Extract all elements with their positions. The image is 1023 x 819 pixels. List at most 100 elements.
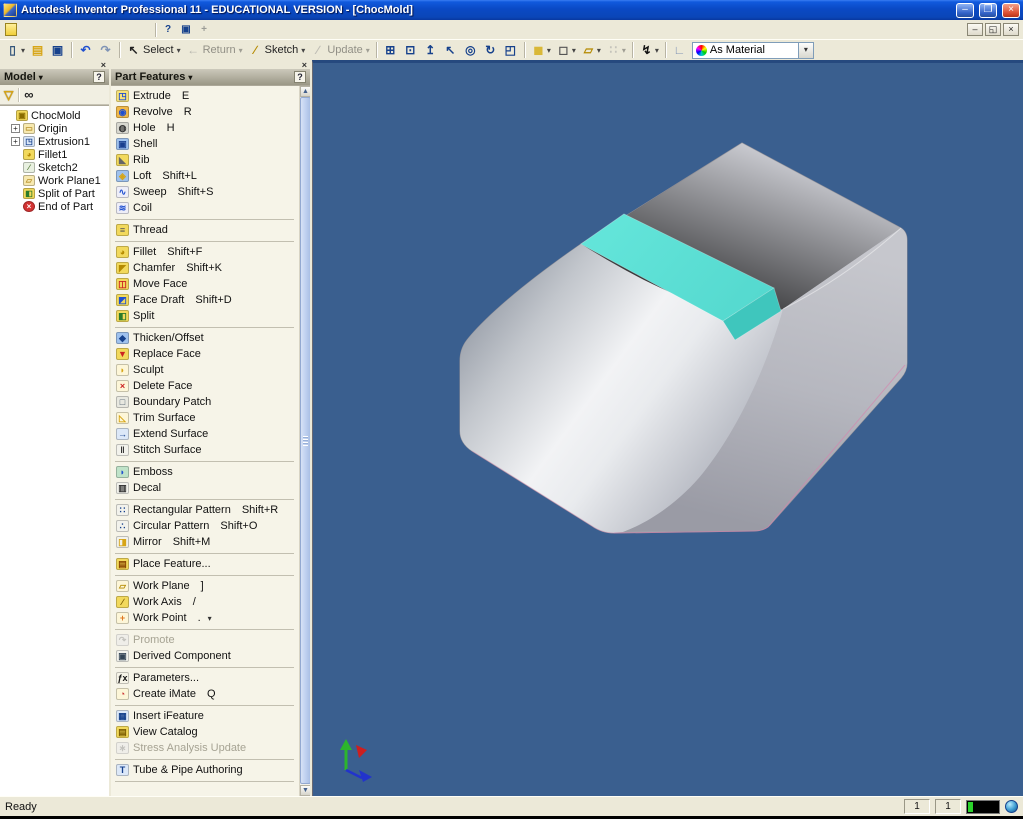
feature-face-draft[interactable]: ◩ Face Draft Shift+D xyxy=(114,292,297,308)
scroll-up-button[interactable]: ▲ xyxy=(300,86,310,97)
maximize-button[interactable]: ❐ xyxy=(979,3,997,18)
feature-work-plane[interactable]: ▱ Work Plane ] xyxy=(114,578,297,594)
expander-icon[interactable] xyxy=(11,189,20,198)
expander-icon[interactable] xyxy=(11,163,20,172)
material-select[interactable]: As Material ▾ xyxy=(692,42,814,59)
feature-place-feature[interactable]: ▤ Place Feature... xyxy=(114,556,297,572)
zoom-selected-button[interactable]: ↖ xyxy=(441,41,460,60)
filter-icon[interactable]: ▽ xyxy=(4,88,13,102)
feature-tube-pipe-authoring[interactable]: T Tube & Pipe Authoring xyxy=(114,762,297,778)
hidden-edge-display-button[interactable]: ◻ ▾ xyxy=(554,41,578,60)
find-icon[interactable]: ∞ xyxy=(24,87,33,102)
zoom-button[interactable]: ◎ xyxy=(461,41,480,60)
menu-applications[interactable] xyxy=(104,28,116,32)
minimize-button[interactable]: – xyxy=(956,3,974,18)
feature-parameters[interactable]: ƒx Parameters... xyxy=(114,670,297,686)
slice-graphics-button[interactable]: ▱ ▾ xyxy=(579,41,603,60)
feature-sweep[interactable]: ∿ Sweep Shift+S xyxy=(114,184,297,200)
feature-promote[interactable]: ↷ Promote xyxy=(114,632,297,648)
part-features-header[interactable]: Part Features ▾ ? xyxy=(111,69,310,85)
feature-hole[interactable]: ◍ Hole H xyxy=(114,120,297,136)
expander-icon[interactable] xyxy=(11,202,20,211)
scrollbar-thumb[interactable] xyxy=(300,97,310,784)
feature-thicken-offset[interactable]: ◆ Thicken/Offset xyxy=(114,330,297,346)
model-panel-header[interactable]: Model ▾ ? xyxy=(0,69,109,85)
menu-view[interactable] xyxy=(44,28,56,32)
feature-loft[interactable]: ◈ Loft Shift+L xyxy=(114,168,297,184)
rotate-button[interactable]: ↻ xyxy=(481,41,500,60)
tree-item-fillet1[interactable]: ◕ Fillet1 xyxy=(2,148,109,161)
feature-shell[interactable]: ▣ Shell xyxy=(114,136,297,152)
tree-item-end-of-part[interactable]: × End of Part xyxy=(2,200,109,213)
close-button[interactable]: × xyxy=(1002,3,1020,18)
scroll-down-button[interactable]: ▼ xyxy=(300,785,310,796)
pan-button[interactable]: ↥ xyxy=(421,41,440,60)
shaded-display-button[interactable]: ◼ ▾ xyxy=(529,41,553,60)
expander-icon[interactable] xyxy=(11,176,20,185)
expander-icon[interactable] xyxy=(11,150,20,159)
expander-icon[interactable]: + xyxy=(11,124,20,133)
feature-chamfer[interactable]: ◤ Chamfer Shift+K xyxy=(114,260,297,276)
panel-grab-strip[interactable]: × xyxy=(111,60,310,69)
add-button[interactable]: + xyxy=(195,22,213,38)
undo-button[interactable]: ↶ xyxy=(76,41,95,60)
tree-item-origin[interactable]: + ▭ Origin xyxy=(2,122,109,135)
tree-item-chocmold[interactable]: ▣ ChocMold xyxy=(2,109,109,122)
feature-work-axis[interactable]: ∕ Work Axis / xyxy=(114,594,297,610)
open-button[interactable]: ▤ xyxy=(28,41,47,60)
help-button[interactable]: ? xyxy=(294,71,306,83)
feature-view-catalog[interactable]: ▤ View Catalog xyxy=(114,724,297,740)
features-scrollbar[interactable]: ▲ ▼ xyxy=(299,86,310,796)
child-close-button[interactable]: × xyxy=(1003,23,1019,36)
feature-decal[interactable]: ▥ Decal xyxy=(114,480,297,496)
menu-window[interactable] xyxy=(116,28,128,32)
feature-coil[interactable]: ≋ Coil xyxy=(114,200,297,216)
tree-item-sketch2[interactable]: ∕ Sketch2 xyxy=(2,161,109,174)
feature-rib[interactable]: ◣ Rib xyxy=(114,152,297,168)
feature-stitch-surface[interactable]: ‖ Stitch Surface xyxy=(114,442,297,458)
feature-move-face[interactable]: ◫ Move Face xyxy=(114,276,297,292)
feature-mirror[interactable]: ◨ Mirror Shift+M xyxy=(114,534,297,550)
zoom-all-button[interactable]: ⊞ xyxy=(381,41,400,60)
feature-fillet[interactable]: ◕ Fillet Shift+F xyxy=(114,244,297,260)
camera-mode-button[interactable]: ∷ ▾ xyxy=(604,41,628,60)
feature-extrude[interactable]: ◳ Extrude E xyxy=(114,88,297,104)
close-icon[interactable]: × xyxy=(302,61,307,69)
feature-trim-surface[interactable]: ◺ Trim Surface xyxy=(114,410,297,426)
tree-item-split-of-part[interactable]: ◧ Split of Part xyxy=(2,187,109,200)
graphics-viewport[interactable] xyxy=(312,60,1023,796)
document-icon[interactable] xyxy=(5,23,17,36)
feature-replace-face[interactable]: ▼ Replace Face xyxy=(114,346,297,362)
feature-emboss[interactable]: ◗ Emboss xyxy=(114,464,297,480)
panel-grab-strip[interactable]: × xyxy=(0,60,109,69)
menu-help[interactable] xyxy=(140,28,152,32)
tree-item-extrusion1[interactable]: + ◳ Extrusion1 xyxy=(2,135,109,148)
ground-shadow-button[interactable]: ∟ xyxy=(670,41,689,60)
menu-format[interactable] xyxy=(68,28,80,32)
feature-sculpt[interactable]: ◗ Sculpt xyxy=(114,362,297,378)
help-topics-button[interactable]: ? xyxy=(159,22,177,38)
child-restore-button[interactable]: ◱ xyxy=(985,23,1001,36)
look-at-button[interactable]: ◰ xyxy=(501,41,520,60)
zoom-window-button[interactable]: ⊡ xyxy=(401,41,420,60)
context-help-button[interactable]: ▣ xyxy=(177,22,195,38)
save-button[interactable]: ▣ xyxy=(48,41,67,60)
feature-delete-face[interactable]: × Delete Face xyxy=(114,378,297,394)
update-button[interactable]: ∕ Update ▾ xyxy=(308,41,372,60)
sketch-button[interactable]: ∕ Sketch ▾ xyxy=(246,41,308,60)
menu-convert[interactable] xyxy=(92,28,104,32)
feature-revolve[interactable]: ◉ Revolve R xyxy=(114,104,297,120)
status-globe-icon[interactable] xyxy=(1005,800,1018,813)
menu-file[interactable] xyxy=(20,28,32,32)
return-button[interactable]: ← Return ▾ xyxy=(184,41,245,60)
tree-item-work-plane1[interactable]: ▱ Work Plane1 xyxy=(2,174,109,187)
expander-icon[interactable]: + xyxy=(11,137,20,146)
child-minimize-button[interactable]: – xyxy=(967,23,983,36)
feature-extend-surface[interactable]: → Extend Surface xyxy=(114,426,297,442)
menu-insert[interactable] xyxy=(56,28,68,32)
feature-circular-pattern[interactable]: ∴ Circular Pattern Shift+O xyxy=(114,518,297,534)
new-button[interactable]: ▯ ▾ xyxy=(3,41,27,60)
feature-insert-ifeature[interactable]: ▦ Insert iFeature xyxy=(114,708,297,724)
analysis-button[interactable]: ↯ ▾ xyxy=(637,41,661,60)
feature-thread[interactable]: ≡ Thread xyxy=(114,222,297,238)
